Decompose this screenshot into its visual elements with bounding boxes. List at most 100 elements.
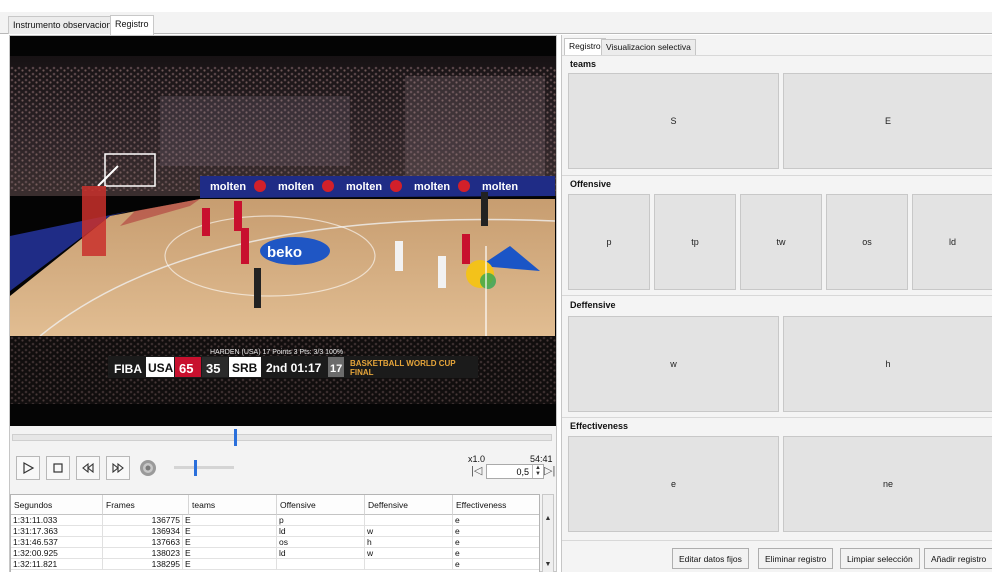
table-cell [365, 515, 453, 526]
playback-rate-label: x1.0 [468, 454, 486, 464]
volume-slider[interactable] [174, 460, 234, 476]
ad-board-text: molten [278, 181, 314, 193]
skip-to-start-icon[interactable]: |◁ [471, 464, 482, 477]
scoreboard-event-line2: FINAL [350, 368, 374, 377]
play-button[interactable] [16, 456, 40, 480]
group-divider [562, 175, 992, 176]
category-panel: Registro Visualizacion selectiva teams S… [561, 35, 992, 572]
category-button-e[interactable]: E [783, 73, 992, 169]
column-header-offensive[interactable]: Offensive [277, 495, 365, 515]
fast-forward-button[interactable] [106, 456, 130, 480]
table-cell: e [453, 548, 539, 559]
table-row[interactable]: 1:32:11.821 138295 E e [11, 559, 539, 570]
scoreboard-score-b: 35 [206, 361, 220, 376]
column-header-effectiveness[interactable]: Effectiveness [453, 495, 539, 515]
ad-board-text: molten [414, 181, 450, 193]
rewind-icon [82, 462, 94, 474]
table-cell: E [183, 526, 277, 537]
column-header-segundos[interactable]: Segundos [11, 495, 103, 515]
volume-handle[interactable] [194, 460, 198, 476]
speaker-icon [140, 460, 156, 476]
table-cell: E [183, 537, 277, 548]
records-table: Segundos Frames teams Offensive Deffensi… [10, 494, 540, 572]
scoreboard-period-clock: 2nd 01:17 [266, 361, 322, 375]
category-button-s[interactable]: S [568, 73, 779, 169]
category-button-e-effectiveness[interactable]: e [568, 436, 779, 532]
table-cell: os [277, 537, 365, 548]
table-cell: ld [277, 526, 365, 537]
table-cell: 138295 [103, 559, 183, 570]
scoreboard-event-line1: BASKETBALL WORLD CUP [350, 359, 456, 368]
category-button-tw[interactable]: tw [740, 194, 822, 290]
category-button-h[interactable]: h [783, 316, 992, 412]
skip-to-end-icon[interactable]: ▷| [544, 464, 555, 477]
player-info-text: HARDEN (USA) 17 Points 3 Pts: 3/3 100% [210, 349, 343, 356]
table-row[interactable]: 1:31:46.537 137663 E os h e [11, 537, 539, 548]
scoreboard-team-b: SRB [232, 361, 258, 375]
tab-registro[interactable]: Registro [110, 15, 154, 35]
delete-record-button[interactable]: Eliminar registro [758, 548, 834, 569]
court-logo-text: beko [267, 244, 302, 261]
category-button-ld[interactable]: ld [912, 194, 992, 290]
tab-instrumento-observacional[interactable]: Instrumento observacional [8, 16, 124, 34]
tab-registro-right[interactable]: Registro [564, 38, 606, 55]
category-button-ne[interactable]: ne [783, 436, 992, 532]
play-icon [23, 461, 35, 475]
table-cell: 136934 [103, 526, 183, 537]
table-cell: w [365, 548, 453, 559]
category-button-tp[interactable]: tp [654, 194, 736, 290]
table-cell: e [453, 559, 539, 570]
main-tab-bar: Instrumento observacional Registro [0, 12, 992, 35]
stop-button[interactable] [46, 456, 70, 480]
scoreboard-shot-clock: 17 [330, 363, 342, 375]
video-panel: molten molten molten molten molten beko [9, 35, 557, 572]
footer-divider [562, 540, 992, 541]
seek-handle[interactable] [233, 429, 237, 446]
add-record-button[interactable]: Añadir registro [924, 548, 992, 569]
table-row[interactable]: 1:32:00.925 138023 E ld w e [11, 548, 539, 559]
edit-fixed-data-button[interactable]: Editar datos fijos [672, 548, 749, 569]
table-row[interactable]: 1:31:11.033 136775 E p e [11, 515, 539, 526]
stop-icon [53, 463, 63, 473]
step-size-stepper[interactable]: ▲▼ [486, 464, 544, 479]
group-title-offensive: Offensive [570, 179, 612, 189]
category-button-w[interactable]: w [568, 316, 779, 412]
ad-board-text: molten [482, 181, 518, 193]
tab-divider [562, 55, 992, 56]
group-title-teams: teams [570, 59, 597, 69]
table-cell: 1:31:46.537 [11, 537, 103, 548]
scroll-up-icon[interactable]: ▲ [543, 513, 553, 525]
basketball-video-frame: molten molten molten molten molten beko [10, 36, 556, 426]
column-header-frames[interactable]: Frames [103, 495, 189, 515]
column-header-teams[interactable]: teams [189, 495, 277, 515]
video-seek-bar[interactable] [12, 429, 552, 446]
table-cell [277, 559, 365, 570]
table-cell: e [453, 526, 539, 537]
video-player[interactable]: molten molten molten molten molten beko [10, 36, 556, 426]
scroll-down-icon[interactable]: ▼ [543, 559, 553, 571]
group-divider [562, 295, 992, 296]
clear-selection-button[interactable]: Limpiar selección [840, 548, 920, 569]
scoreboard-team-a: USA [148, 361, 174, 375]
category-button-os[interactable]: os [826, 194, 908, 290]
rewind-button[interactable] [76, 456, 100, 480]
table-cell: 1:31:11.033 [11, 515, 103, 526]
fast-forward-icon [112, 462, 124, 474]
column-header-deffensive[interactable]: Deffensive [365, 495, 453, 515]
table-cell: E [183, 515, 277, 526]
table-row[interactable]: 1:31:17.363 136934 E ld w e [11, 526, 539, 537]
table-cell: 1:31:17.363 [11, 526, 103, 537]
table-cell: h [365, 537, 453, 548]
table-scrollbar[interactable]: ▲ ▼ [542, 494, 554, 572]
category-button-p[interactable]: p [568, 194, 650, 290]
table-cell: ld [277, 548, 365, 559]
scoreboard-score-a: 65 [179, 361, 193, 376]
group-title-deffensive: Deffensive [570, 300, 616, 310]
table-cell: E [183, 559, 277, 570]
table-cell: 136775 [103, 515, 183, 526]
table-cell: 138023 [103, 548, 183, 559]
mute-button[interactable] [136, 456, 160, 480]
tab-visualizacion-selectiva[interactable]: Visualizacion selectiva [601, 39, 696, 55]
step-size-input[interactable] [487, 465, 531, 478]
stepper-arrows[interactable]: ▲ ▼ [532, 465, 543, 478]
